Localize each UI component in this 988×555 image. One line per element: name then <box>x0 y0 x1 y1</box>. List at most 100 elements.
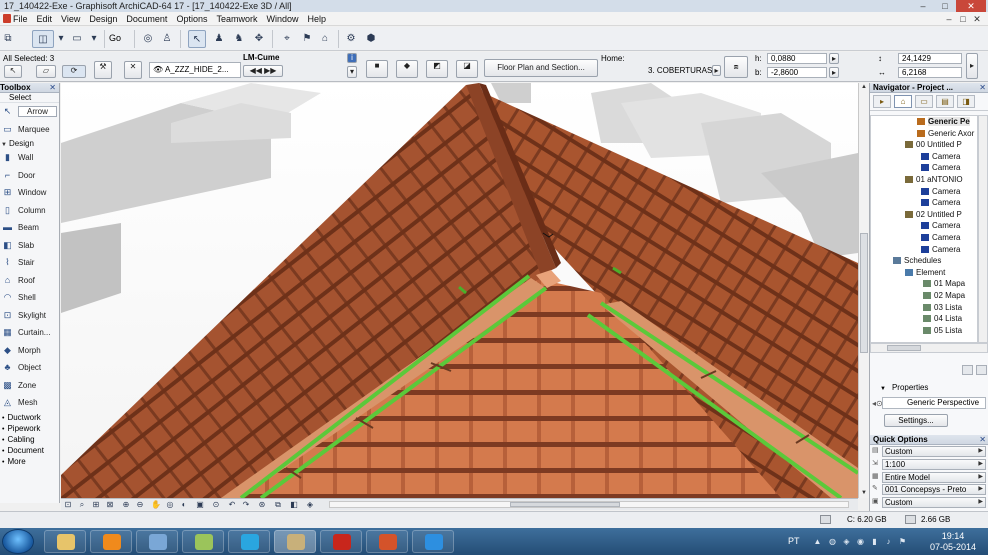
tool-slab[interactable]: ◧ Slab <box>0 237 59 255</box>
navigate-icon[interactable]: ✥ <box>252 30 266 48</box>
tool-shell[interactable]: ◠ Shell <box>0 289 59 307</box>
menu-view[interactable]: View <box>56 12 84 26</box>
tree-item[interactable]: Camera <box>871 220 977 232</box>
send-receive-icon[interactable]: ⬢ <box>364 30 378 48</box>
taskbar-app-button[interactable] <box>90 530 132 553</box>
geometry-polygon-icon[interactable]: ◩ <box>426 60 448 78</box>
chevron-right-icon[interactable]: ▸ <box>966 53 978 79</box>
chevron-down-icon[interactable]: ▾ <box>347 66 357 78</box>
tree-item[interactable]: 05 Lista <box>871 325 977 337</box>
doc-minimize-button[interactable]: – <box>942 12 956 26</box>
tool-window[interactable]: ⊞ Window <box>0 184 59 202</box>
menu-edit[interactable]: Edit <box>32 12 57 26</box>
info-icon[interactable]: i <box>347 53 357 63</box>
doc-close-button[interactable]: ✕ <box>970 12 984 26</box>
tool-stair[interactable]: ⌇ Stair <box>0 254 59 272</box>
tool-morph[interactable]: ◆ Morph <box>0 342 59 360</box>
tree-item[interactable]: 01 aNTONIO <box>871 174 977 186</box>
chevron-down-icon[interactable]: ▾ <box>56 30 66 48</box>
toolbox-group-ductwork[interactable]: Ductwork <box>0 412 59 423</box>
zoom-area-icon[interactable]: ⊞ <box>91 500 101 509</box>
quick-option-select[interactable]: 001 Concepsys - Preto <box>882 484 986 496</box>
chevron-right-icon[interactable]: ▸ <box>712 65 721 76</box>
zoom-in-icon[interactable]: ⊕ <box>121 500 131 509</box>
tree-item[interactable]: Generic Pe <box>871 116 977 128</box>
arrow-tool-icon[interactable]: ↖ <box>4 65 22 78</box>
taskbar-app-button[interactable] <box>320 530 362 553</box>
tree-item[interactable]: 02 Untitled P <box>871 209 977 221</box>
start-button[interactable] <box>2 529 34 554</box>
home-icon[interactable]: ⌂ <box>318 30 332 48</box>
rotate-left-icon[interactable]: ↶ <box>227 500 237 509</box>
tree-item[interactable]: 02 Mapa <box>871 290 977 302</box>
tree-item[interactable]: Schedules <box>871 255 977 267</box>
chevron-right-icon[interactable]: ▸ <box>829 67 839 78</box>
tool-door[interactable]: ⌐ Door <box>0 167 59 185</box>
network-icon[interactable]: ▮ <box>870 537 879 546</box>
tool-marquee[interactable]: ▭ Marquee <box>0 121 59 139</box>
home-story-value[interactable]: 3. COBERTURAS <box>648 66 712 76</box>
tool-mesh[interactable]: ◬ Mesh <box>0 394 59 412</box>
orbit-icon[interactable]: ◎ <box>140 30 156 48</box>
doc-restore-button[interactable]: □ <box>956 12 970 26</box>
settings-button[interactable]: Settings... <box>884 414 948 427</box>
scroll-down-icon[interactable]: ▼ <box>859 489 869 498</box>
layout-icon[interactable]: ⧉ <box>2 30 14 48</box>
properties-settings-icon[interactable] <box>962 365 973 375</box>
geometry-rotated-icon[interactable]: ◆ <box>396 60 418 78</box>
figure-alt-icon[interactable]: ♞ <box>232 30 246 48</box>
menu-teamwork[interactable]: Teamwork <box>211 12 261 26</box>
scrollbar-thumb[interactable] <box>887 345 921 351</box>
rotate-view-icon[interactable]: ⟳ <box>62 65 86 78</box>
navigator-menu-icon[interactable]: ▸ <box>873 95 891 108</box>
toolbox-group-pipework[interactable]: Pipework <box>0 423 59 434</box>
explore-icon[interactable]: ⊛ <box>257 500 267 509</box>
zoom-fit-icon[interactable]: ⊠ <box>105 500 115 509</box>
toolbox-group-more[interactable]: More <box>0 456 59 467</box>
tool-zone[interactable]: ▩ Zone <box>0 377 59 395</box>
window-list-icon[interactable]: ▭ <box>70 30 84 48</box>
tree-item[interactable]: 00 Untitled P <box>871 139 977 151</box>
tool-curtain[interactable]: ▦ Curtain... <box>0 324 59 342</box>
project-map-icon[interactable]: ⌂ <box>894 95 912 108</box>
quick-option-select[interactable]: Custom <box>882 497 986 509</box>
chevron-right-icon[interactable]: ▸ <box>829 53 839 64</box>
scrollbar-thumb[interactable] <box>860 233 868 353</box>
tree-item[interactable]: Element <box>871 267 977 279</box>
zoom-out-icon[interactable]: ⊖ <box>135 500 145 509</box>
dimension-y-field[interactable]: 6,2168 <box>898 67 962 78</box>
taskbar-app-button[interactable] <box>228 530 270 553</box>
walk-icon[interactable]: ♙ <box>160 30 174 48</box>
tray-app-icon[interactable]: ◍ <box>828 537 837 546</box>
menu-options[interactable]: Options <box>171 12 211 26</box>
3d-viewport[interactable] <box>61 83 858 498</box>
menu-document[interactable]: Document <box>121 12 171 26</box>
view-map-icon[interactable]: ▭ <box>915 95 933 108</box>
tree-item[interactable]: 04 Lista <box>871 313 977 325</box>
tree-item[interactable]: Camera <box>871 151 977 163</box>
layout-book-icon[interactable]: ▤ <box>936 95 954 108</box>
quick-option-select[interactable]: Entire Model <box>882 471 986 483</box>
tree-item[interactable]: 03 Lista <box>871 302 977 314</box>
properties-view-name[interactable]: Generic Perspective <box>882 397 986 409</box>
language-indicator[interactable]: PT <box>788 536 800 546</box>
close-icon[interactable]: ✕ <box>49 83 56 93</box>
project-tree[interactable]: Generic Pe Generic Axor 00 Untitled P Camer… <box>870 115 978 343</box>
action-center-icon[interactable]: ⚑ <box>898 537 907 546</box>
tray-app-icon[interactable]: ◈ <box>842 537 851 546</box>
rotate-right-icon[interactable]: ↷ <box>241 500 251 509</box>
cutaway-icon[interactable]: ◧ <box>289 500 299 509</box>
menu-help[interactable]: Help <box>303 12 331 26</box>
minimize-button[interactable]: – <box>912 0 934 12</box>
tool-beam[interactable]: ▬ Beam <box>0 219 59 237</box>
archicad-app-icon[interactable] <box>3 14 11 23</box>
vertical-scrollbar[interactable]: ▲ ▼ <box>858 83 869 498</box>
taskbar-app-button[interactable] <box>136 530 178 553</box>
tray-app-icon[interactable]: ◉ <box>856 537 865 546</box>
taskbar-app-button[interactable] <box>366 530 408 553</box>
scroll-up-icon[interactable]: ▲ <box>859 83 869 92</box>
tree-item[interactable]: Camera <box>871 197 977 209</box>
taskbar-app-button[interactable] <box>412 530 454 553</box>
taskbar-app-button[interactable] <box>182 530 224 553</box>
camera-view-icon[interactable]: ▣ <box>195 500 205 509</box>
